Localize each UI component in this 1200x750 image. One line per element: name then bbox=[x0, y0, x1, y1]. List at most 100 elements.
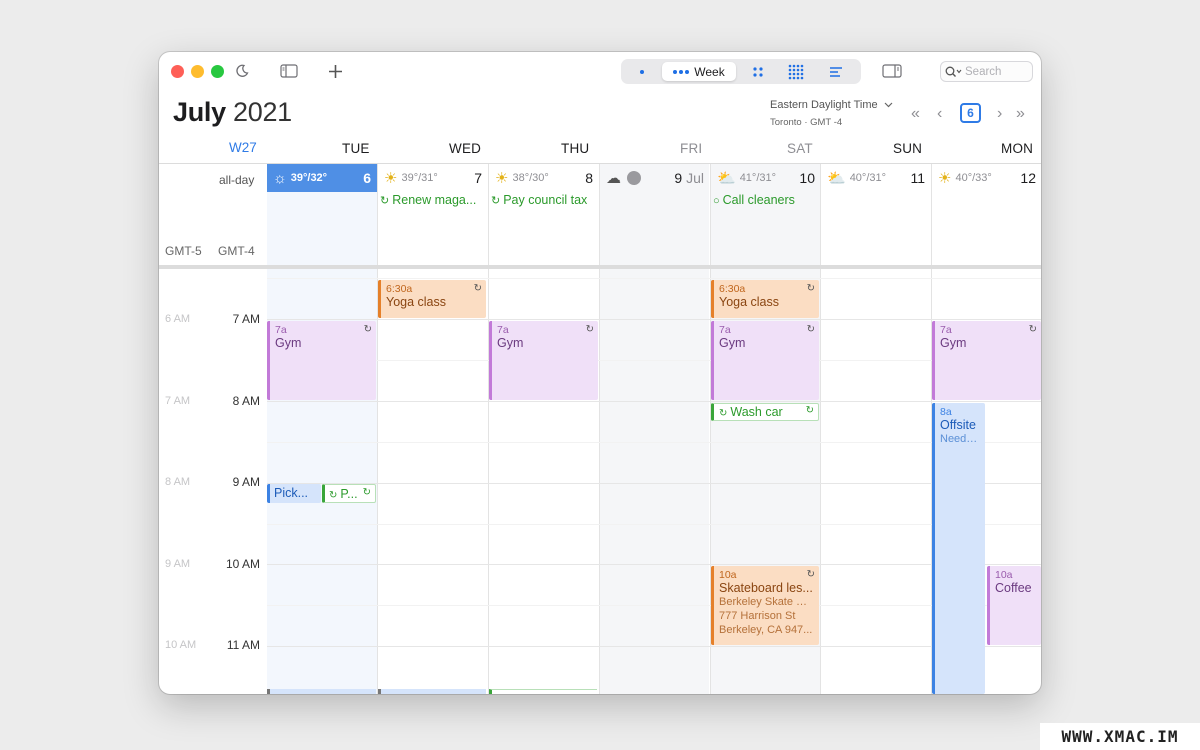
day-header-wed[interactable]: ☀ 39°/31° 7 bbox=[378, 164, 488, 192]
column-divider bbox=[820, 164, 821, 694]
day-label-sun: SUN bbox=[893, 141, 923, 156]
sidebar-toggle-icon[interactable] bbox=[280, 61, 298, 81]
event-title: Coffee bbox=[995, 581, 1032, 595]
timezone-detail: Toronto · GMT -4 bbox=[770, 117, 843, 128]
day-label-sat: SAT bbox=[787, 141, 813, 156]
hour-line bbox=[267, 483, 1041, 484]
minimize-window-button[interactable] bbox=[191, 65, 204, 78]
year-view-button[interactable] bbox=[781, 62, 811, 81]
repeat-icon: ↻ bbox=[329, 490, 338, 501]
day-number: 10 bbox=[799, 170, 815, 186]
event-offsite[interactable]: 8a Offsite Need t... bbox=[932, 403, 985, 694]
event-time: 6:30a bbox=[386, 283, 413, 295]
event-gym-mon[interactable]: 7a Gym ↻ bbox=[932, 321, 1041, 400]
sun-icon: ☀ bbox=[384, 170, 398, 187]
event-time: 7a bbox=[497, 324, 509, 336]
event-coffee[interactable]: 10a Coffee bbox=[987, 566, 1041, 645]
event-title: Yoga class bbox=[386, 295, 446, 309]
repeat-icon: ↻ bbox=[491, 195, 501, 207]
today-button[interactable]: 6 bbox=[960, 103, 981, 123]
event-title: Pick... bbox=[274, 486, 309, 500]
event-partial[interactable] bbox=[489, 689, 597, 694]
event-note: Need t... bbox=[940, 433, 980, 445]
event-gym-sat[interactable]: 7a Gym ↻ bbox=[711, 321, 819, 400]
cloud-moon-icon: ☁ bbox=[606, 170, 621, 187]
task-label: Call cleaners bbox=[722, 193, 795, 207]
week-view-label: Week bbox=[694, 64, 725, 79]
next-week-icon[interactable]: › bbox=[997, 105, 1002, 123]
day-header-tue[interactable]: ☼ 39°/32° 6 bbox=[267, 164, 377, 192]
close-window-button[interactable] bbox=[171, 65, 184, 78]
previous-week-icon[interactable]: ‹ bbox=[937, 105, 942, 123]
event-time: 7a bbox=[940, 324, 952, 336]
sun-icon: ☀ bbox=[938, 170, 952, 187]
event-yoga-class-wed[interactable]: 6:30a Yoga class ↻ bbox=[378, 280, 486, 318]
event-time: 10a bbox=[719, 569, 737, 581]
weekend-column-fri-bg bbox=[599, 164, 709, 694]
timezone-selector[interactable]: Eastern Daylight Time bbox=[770, 99, 893, 111]
event-skateboard-lesson[interactable]: 10a Skateboard les... Berkeley Skate Pa.… bbox=[711, 566, 819, 645]
moon-phase-icon bbox=[627, 171, 641, 185]
day-header-thu[interactable]: ☀ 38°/30° 8 bbox=[489, 164, 599, 192]
event-gym-tue[interactable]: 7a Gym ↻ bbox=[267, 321, 376, 400]
chevron-down-icon bbox=[884, 102, 893, 108]
event-time: 7a bbox=[719, 324, 731, 336]
task-wash-car[interactable]: ↻ Wash car ↻ bbox=[711, 403, 819, 421]
all-day-separator bbox=[159, 265, 1041, 269]
event-time: 10a bbox=[995, 569, 1013, 581]
event-pick[interactable]: Pick... bbox=[267, 484, 321, 503]
day-header-sat[interactable]: ⛅ 41°/31° 10 bbox=[711, 164, 821, 192]
search-placeholder: Search bbox=[965, 65, 1002, 78]
list-view-button[interactable] bbox=[819, 62, 853, 81]
time-label-secondary: 7 AM bbox=[165, 395, 191, 407]
repeat-icon: ↻ bbox=[806, 283, 815, 294]
jump-forward-icon[interactable]: » bbox=[1016, 105, 1025, 123]
event-title: Gym bbox=[497, 336, 524, 350]
gmt-secondary-label: GMT-5 bbox=[165, 244, 202, 258]
event-partial[interactable] bbox=[378, 689, 486, 694]
temperature: 39°/32° bbox=[290, 172, 328, 184]
half-hour-line bbox=[267, 605, 1041, 606]
event-yoga-class-sat[interactable]: 6:30a Yoga class ↻ bbox=[711, 280, 819, 318]
task-pay-council-tax[interactable]: ↻ Pay council tax bbox=[491, 193, 597, 207]
temperature: 40°/33° bbox=[955, 172, 992, 184]
month-title: July 2021 bbox=[173, 97, 292, 128]
event-title: Skateboard les... bbox=[719, 581, 813, 595]
add-event-plus-icon[interactable] bbox=[328, 61, 343, 81]
repeat-icon: ↻ bbox=[719, 408, 728, 419]
search-icon bbox=[945, 66, 962, 77]
inspector-panel-icon[interactable] bbox=[882, 61, 902, 81]
event-partial[interactable] bbox=[267, 689, 376, 694]
gmt-primary-label: GMT-4 bbox=[218, 244, 255, 258]
event-time: 7a bbox=[275, 324, 287, 336]
task-p[interactable]: ↻ P... ↻ bbox=[322, 484, 376, 503]
event-time: 8a bbox=[940, 406, 952, 418]
day-header-mon[interactable]: ☀ 40°/33° 12 bbox=[932, 164, 1041, 192]
day-label-wed: WED bbox=[449, 141, 482, 156]
day-number: 7 bbox=[474, 170, 482, 186]
day-header-sun[interactable]: ⛅ 40°/31° 11 bbox=[821, 164, 931, 192]
hour-line bbox=[267, 401, 1041, 402]
repeat-icon: ↻ bbox=[805, 405, 814, 416]
time-label-secondary: 9 AM bbox=[165, 558, 191, 570]
month-view-button[interactable] bbox=[743, 62, 773, 81]
week-number: W27 bbox=[229, 140, 257, 155]
view-switcher: Week bbox=[621, 59, 861, 84]
day-number: 12 bbox=[1020, 170, 1036, 186]
day-header-fri[interactable]: ☁ 9 Jul bbox=[600, 164, 710, 192]
task-renew-magazine[interactable]: ↻ Renew maga... bbox=[380, 193, 486, 207]
repeat-icon: ↻ bbox=[806, 324, 815, 335]
task-call-cleaners[interactable]: ○ Call cleaners bbox=[713, 193, 819, 207]
jump-back-icon[interactable]: « bbox=[911, 105, 920, 123]
search-field[interactable]: Search bbox=[940, 61, 1033, 82]
time-label-secondary: 8 AM bbox=[165, 476, 191, 488]
event-gym-thu[interactable]: 7a Gym ↻ bbox=[489, 321, 598, 400]
year-number: 2021 bbox=[233, 97, 292, 127]
time-label-primary: 7 AM bbox=[232, 312, 260, 326]
dark-mode-moon-icon[interactable] bbox=[235, 61, 249, 81]
month-suffix: Jul bbox=[686, 170, 704, 186]
half-hour-line bbox=[267, 278, 1041, 279]
day-view-button[interactable] bbox=[627, 62, 657, 81]
maximize-window-button[interactable] bbox=[211, 65, 224, 78]
week-view-button[interactable]: Week bbox=[662, 62, 736, 81]
